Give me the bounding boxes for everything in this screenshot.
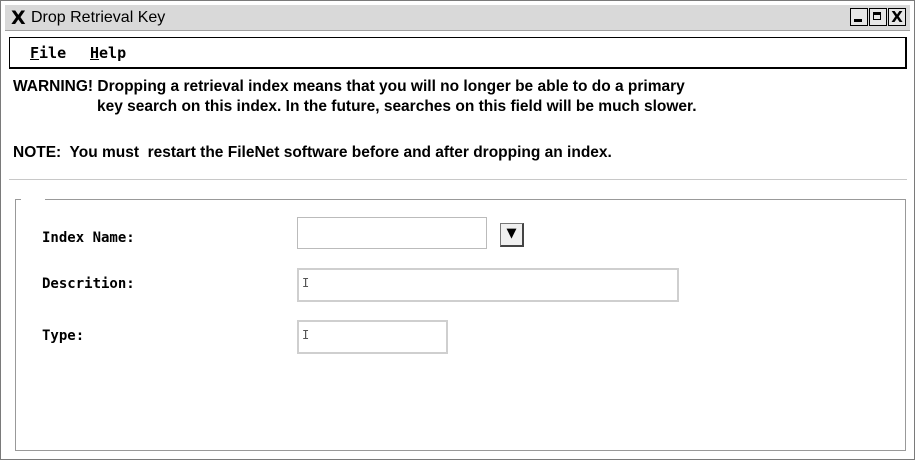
window-controls: X: [849, 8, 906, 26]
note-message: NOTE: You must restart the FileNet softw…: [13, 144, 612, 161]
maximize-button[interactable]: [869, 8, 887, 26]
separator: [9, 179, 907, 180]
menu-help-label: elp: [99, 44, 127, 62]
menu-file[interactable]: File: [30, 44, 66, 62]
type-input[interactable]: [297, 320, 448, 354]
dropdown-arrow-button[interactable]: ▼: [500, 223, 524, 247]
close-button[interactable]: X: [888, 8, 906, 26]
menu-help-mnemonic: H: [90, 44, 100, 62]
warning-message-line1: WARNING! Dropping a retrieval index mean…: [13, 78, 685, 95]
warning-message-line2: key search on this index. In the future,…: [97, 98, 697, 115]
description-input[interactable]: [297, 268, 679, 302]
menu-file-label: ile: [39, 44, 67, 62]
drop-retrieval-key-window: X Drop Retrieval Key X File Help WARNING…: [0, 0, 915, 460]
window-title: Drop Retrieval Key: [31, 9, 166, 26]
minimize-button[interactable]: [850, 8, 868, 26]
description-label: Descrition:: [42, 276, 135, 292]
panel-label-gap: [21, 196, 45, 202]
type-label: Type:: [42, 328, 85, 344]
title-bar[interactable]: X Drop Retrieval Key X: [5, 5, 910, 31]
menu-bar: File Help: [9, 37, 907, 69]
menu-help[interactable]: Help: [90, 44, 126, 62]
x-window-icon[interactable]: X: [11, 8, 31, 28]
text-cursor-icon: I: [302, 328, 310, 342]
index-name-label: Index Name:: [42, 230, 135, 246]
menu-file-mnemonic: F: [30, 44, 40, 62]
index-name-combo-input[interactable]: [297, 217, 487, 249]
text-cursor-icon: I: [302, 276, 310, 290]
